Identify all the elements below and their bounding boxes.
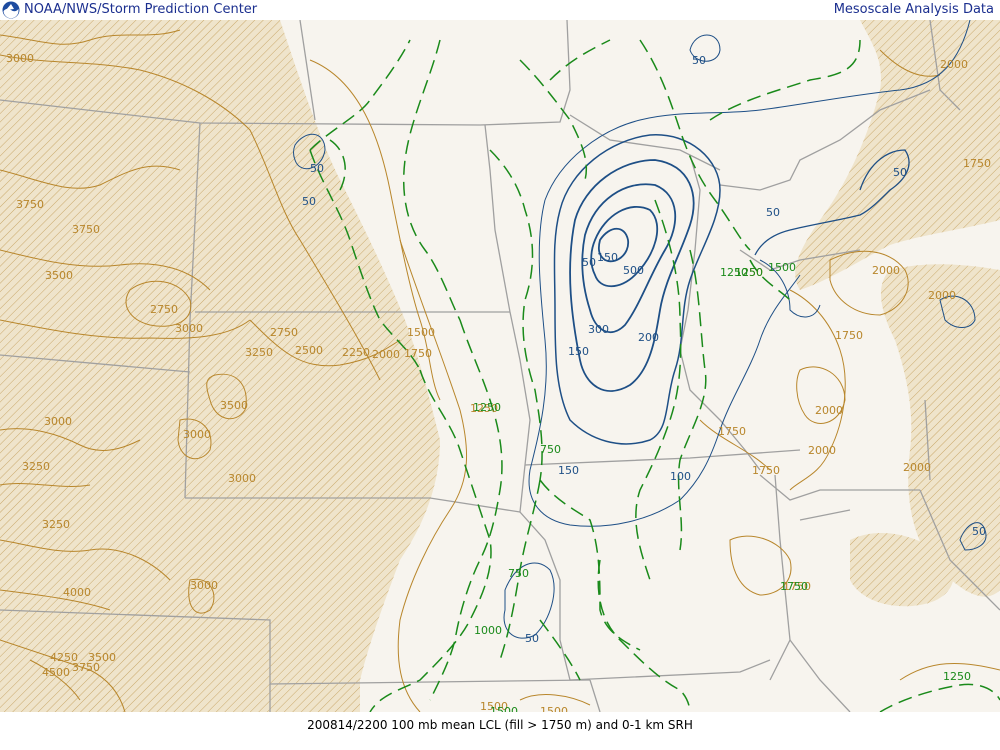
footer-bar: 200814/2200 100 mb mean LCL (fill > 1750… — [0, 712, 1000, 750]
dashed-contour-label: 1000 — [474, 624, 502, 637]
lcl-contour-label: 3000 — [183, 428, 211, 441]
lcl-contour-label: 4000 — [63, 586, 91, 599]
lcl-contour-label: 3250 — [22, 460, 50, 473]
srh-contour-label: 50 — [302, 195, 316, 208]
noaa-logo-icon — [2, 1, 20, 19]
header-title-left: NOAA/NWS/Storm Prediction Center — [24, 2, 258, 17]
lcl-contour-label: 2500 — [295, 344, 323, 357]
srh-contour-label: 50 — [692, 54, 706, 67]
lcl-contour-label: 3500 — [45, 269, 73, 282]
lcl-contour-label: 2250 — [342, 346, 370, 359]
lcl-contour-label: 3000 — [44, 415, 72, 428]
lcl-contour-label: 1750 — [963, 157, 991, 170]
header-bar: NOAA/NWS/Storm Prediction Center Mesosca… — [0, 0, 1000, 20]
lcl-contour-label: 3250 — [42, 518, 70, 531]
lcl-contour-label: 1750 — [835, 329, 863, 342]
srh-contour-label: 50 — [310, 162, 324, 175]
lcl-contour-label: 2000 — [372, 348, 400, 361]
dashed-contour-label: 1250 — [473, 401, 501, 414]
srh-contour-label: 50 — [525, 632, 539, 645]
srh-contour-label: 50 — [582, 256, 596, 269]
dashed-contour-label: 750 — [508, 567, 529, 580]
srh-contour-label: 300 — [588, 323, 609, 336]
srh-contour-label: 100 — [670, 470, 691, 483]
lcl-contour-label: 2000 — [872, 264, 900, 277]
lcl-contour-label: 1500 — [407, 326, 435, 339]
map-page: NOAA/NWS/Storm Prediction Center Mesosca… — [0, 0, 1000, 750]
lcl-contour-label: 1500 — [540, 705, 568, 712]
dashed-contour-label: 1250 — [720, 266, 748, 279]
lcl-contour-label: 3000 — [6, 52, 34, 65]
dashed-contour-label: 1250 — [943, 670, 971, 683]
lcl-contour-label: 2000 — [808, 444, 836, 457]
lcl-contour-label: 2750 — [270, 326, 298, 339]
srh-contour-label: 150 — [568, 345, 589, 358]
map-caption: 200814/2200 100 mb mean LCL (fill > 1750… — [307, 718, 693, 732]
dashed-contour-label: 1750 — [780, 580, 808, 593]
dashed-contour-label: 1500 — [768, 261, 796, 274]
srh-contour-label: 50 — [893, 166, 907, 179]
srh-contour-label: 500 — [623, 264, 644, 277]
lcl-contour-label: 3500 — [220, 399, 248, 412]
lcl-contour-label: 2750 — [150, 303, 178, 316]
lcl-contour-label: 2000 — [903, 461, 931, 474]
lcl-contour-label: 3000 — [190, 579, 218, 592]
dashed-contour-label: 750 — [540, 443, 561, 456]
dashed-contour-label: 1500 — [490, 705, 518, 712]
lcl-contour-label: 2000 — [928, 289, 956, 302]
lcl-contour-label: 1750 — [718, 425, 746, 438]
srh-contour-label: 150 — [558, 464, 579, 477]
srh-contour-label: 200 — [638, 331, 659, 344]
srh-contour-label: 50 — [766, 206, 780, 219]
lcl-contour-label: 3750 — [16, 198, 44, 211]
srh-contour-label: 50 — [972, 525, 986, 538]
lcl-contour-label: 2000 — [940, 58, 968, 71]
lcl-contour-label: 3000 — [175, 322, 203, 335]
lcl-contour-label: 3500 — [88, 651, 116, 664]
lcl-contour-label: 3250 — [245, 346, 273, 359]
lcl-contour-label: 1750 — [404, 347, 432, 360]
lcl-contour-label: 3000 — [228, 472, 256, 485]
header-title-right: Mesoscale Analysis Data — [833, 2, 994, 17]
srh-contour-label: 150 — [597, 251, 618, 264]
lcl-contour-label: 2000 — [815, 404, 843, 417]
lcl-contour-label: 4500 — [42, 666, 70, 679]
lcl-contour-label: 1750 — [752, 464, 780, 477]
analysis-map: 3000375037503500275030003250 2500 2250 2000… — [0, 20, 1000, 712]
lcl-contour-label: 3750 — [72, 223, 100, 236]
